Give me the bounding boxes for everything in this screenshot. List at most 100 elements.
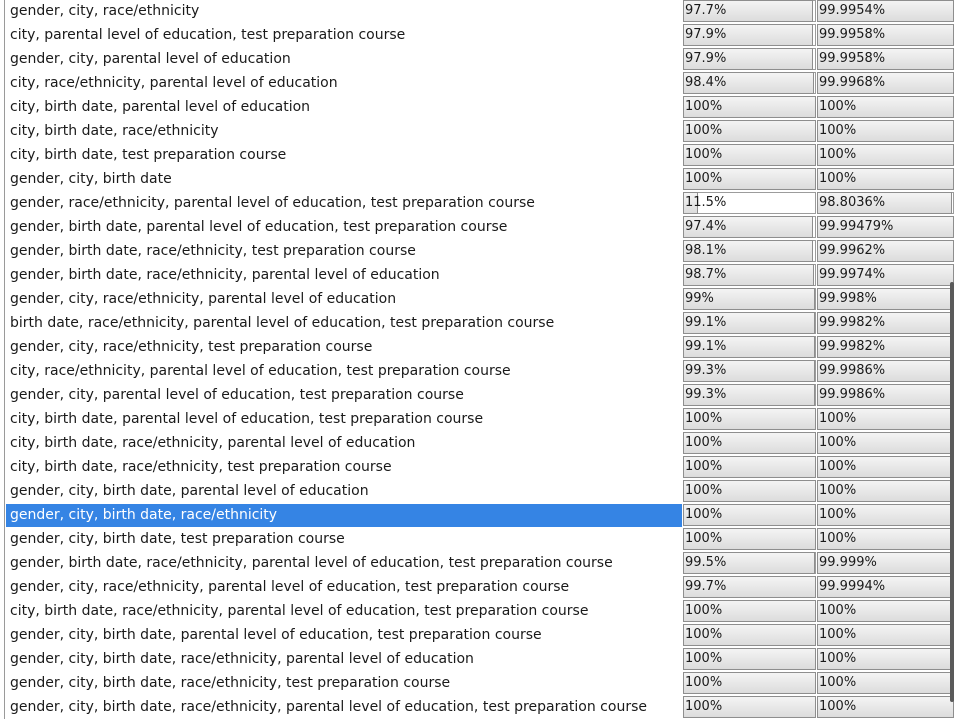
percentage-bar: 100% — [683, 648, 816, 670]
table-row[interactable]: gender, birth date, parental level of ed… — [5, 215, 957, 239]
table-row[interactable]: gender, city, race/ethnicity 97.7% 99.9954… — [5, 0, 957, 23]
percentage-bar: 98.4% — [683, 72, 816, 94]
table-row[interactable]: city, birth date, race/ethnicity 100% 100% — [5, 119, 957, 143]
table-row[interactable]: city, race/ethnicity, parental level of … — [5, 359, 957, 383]
precision-bar-value: 99.9968% — [819, 75, 886, 90]
percentage-bar-value: 100% — [685, 123, 723, 138]
precision-bar-value: 99.9982% — [819, 315, 886, 330]
table-row[interactable]: gender, city, birth date 100% 100% — [5, 167, 957, 191]
precision-bar-value: 98.8036% — [819, 195, 886, 210]
attribute-combination: city, birth date, race/ethnicity — [10, 123, 219, 139]
precision-bar-value: 100% — [819, 699, 857, 714]
attribute-combination: gender, city, parental level of educatio… — [10, 387, 464, 403]
attribute-combination: gender, city, race/ethnicity, parental l… — [10, 291, 397, 307]
precision-bar-value: 100% — [819, 411, 857, 426]
percentage-bar: 100% — [683, 480, 816, 502]
precision-bar-value: 100% — [819, 123, 857, 138]
table-row[interactable]: gender, city, race/ethnicity, parental l… — [5, 287, 957, 311]
percentage-bar: 99.3% — [683, 360, 816, 382]
table-row[interactable]: gender, city, birth date, race/ethnicity… — [5, 647, 957, 671]
precision-bar: 99.998% — [817, 288, 954, 310]
precision-bar: 99.9958% — [817, 24, 954, 46]
percentage-bar: 97.4% — [683, 216, 816, 238]
precision-bar-value: 99.9958% — [819, 51, 886, 66]
precision-bar-value: 100% — [819, 483, 857, 498]
table-row[interactable]: gender, city, parental level of educatio… — [5, 383, 957, 407]
attribute-combination: city, race/ethnicity, parental level of … — [10, 75, 338, 91]
vertical-scrollbar[interactable] — [950, 282, 954, 702]
attribute-combination: gender, city, birth date, race/ethnicity… — [10, 675, 451, 691]
table-row[interactable]: gender, city, birth date, test preparati… — [5, 527, 957, 551]
percentage-bar: 99% — [683, 288, 816, 310]
percentage-bar-value: 100% — [685, 483, 723, 498]
precision-bar: 99.9962% — [817, 240, 954, 262]
table-row[interactable]: gender, city, race/ethnicity, parental l… — [5, 575, 957, 599]
percentage-bar-value: 98.7% — [685, 267, 727, 282]
attribute-combination: gender, birth date, race/ethnicity, pare… — [10, 267, 440, 283]
attribute-combination: gender, city, birth date — [10, 171, 172, 187]
attribute-combination: gender, city, birth date, race/ethnicity… — [10, 651, 474, 667]
precision-bar-value: 99.9994% — [819, 579, 886, 594]
precision-bar: 99.9958% — [817, 48, 954, 70]
table-row[interactable]: gender, city, birth date, race/ethnicity… — [5, 671, 957, 695]
table-row[interactable]: gender, city, birth date, race/ethnicity… — [5, 695, 957, 719]
percentage-bar-value: 98.4% — [685, 75, 727, 90]
precision-bar-value: 100% — [819, 603, 857, 618]
table-row[interactable]: city, birth date, race/ethnicity, test p… — [5, 455, 957, 479]
table-row[interactable]: city, parental level of education, test … — [5, 23, 957, 47]
precision-bar: 99.9982% — [817, 312, 954, 334]
percentage-bar: 97.9% — [683, 24, 816, 46]
attribute-combination: gender, city, birth date, parental level… — [10, 627, 542, 643]
table-row[interactable]: gender, birth date, race/ethnicity, test… — [5, 239, 957, 263]
table-row[interactable]: city, birth date, parental level of educ… — [5, 407, 957, 431]
table-row[interactable]: gender, city, race/ethnicity, test prepa… — [5, 335, 957, 359]
table-row[interactable]: city, birth date, parental level of educ… — [5, 95, 957, 119]
table-row[interactable]: birth date, race/ethnicity, parental lev… — [5, 311, 957, 335]
percentage-bar: 100% — [683, 456, 816, 478]
table-row[interactable]: gender, birth date, race/ethnicity, pare… — [5, 263, 957, 287]
table-row[interactable]: gender, city, birth date, parental level… — [5, 623, 957, 647]
precision-bar-value: 100% — [819, 459, 857, 474]
attribute-combination: gender, city, race/ethnicity, test prepa… — [10, 339, 373, 355]
table-row[interactable]: gender, race/ethnicity, parental level o… — [5, 191, 957, 215]
table-row[interactable]: city, race/ethnicity, parental level of … — [5, 71, 957, 95]
attribute-combination: gender, birth date, race/ethnicity, pare… — [10, 555, 613, 571]
table-row[interactable]: gender, birth date, race/ethnicity, pare… — [5, 551, 957, 575]
results-table[interactable]: gender, city, race/ethnicity 97.7% 99.9954… — [5, 0, 957, 719]
precision-bar: 99.999% — [817, 552, 954, 574]
percentage-bar-value: 100% — [685, 171, 723, 186]
percentage-bar: 100% — [683, 528, 816, 550]
precision-bar-value: 100% — [819, 507, 857, 522]
table-row[interactable]: city, birth date, race/ethnicity, parent… — [5, 431, 957, 455]
precision-bar-value: 100% — [819, 435, 857, 450]
precision-bar: 98.8036% — [817, 192, 954, 214]
attribute-combination: gender, city, birth date, parental level… — [10, 483, 369, 499]
percentage-bar: 99.1% — [683, 312, 816, 334]
attribute-combination: gender, city, birth date, test preparati… — [10, 531, 345, 547]
precision-bar: 100% — [817, 480, 954, 502]
precision-bar-value: 99.9962% — [819, 243, 886, 258]
precision-bar-value: 100% — [819, 651, 857, 666]
table-row[interactable]: gender, city, birth date, race/ethnicity… — [5, 503, 957, 527]
percentage-bar-value: 99.1% — [685, 339, 727, 354]
precision-bar: 100% — [817, 144, 954, 166]
percentage-bar-value: 99.5% — [685, 555, 727, 570]
precision-bar: 100% — [817, 600, 954, 622]
precision-bar: 100% — [817, 672, 954, 694]
table-row[interactable]: gender, city, birth date, parental level… — [5, 479, 957, 503]
precision-bar-value: 99.999% — [819, 555, 877, 570]
precision-bar-value: 100% — [819, 675, 857, 690]
percentage-bar-value: 97.9% — [685, 51, 727, 66]
percentage-bar: 100% — [683, 120, 816, 142]
attribute-combination: city, race/ethnicity, parental level of … — [10, 363, 511, 379]
table-row[interactable]: city, birth date, test preparation cours… — [5, 143, 957, 167]
precision-bar-value: 99.99479% — [819, 219, 894, 234]
percentage-bar: 100% — [683, 624, 816, 646]
attribute-combination: city, birth date, race/ethnicity, test p… — [10, 459, 392, 475]
percentage-bar-value: 100% — [685, 531, 723, 546]
table-row[interactable]: city, birth date, race/ethnicity, parent… — [5, 599, 957, 623]
percentage-bar-value: 100% — [685, 627, 723, 642]
table-row[interactable]: gender, city, parental level of educatio… — [5, 47, 957, 71]
attribute-combination: gender, city, race/ethnicity, parental l… — [10, 579, 570, 595]
precision-bar: 100% — [817, 528, 954, 550]
